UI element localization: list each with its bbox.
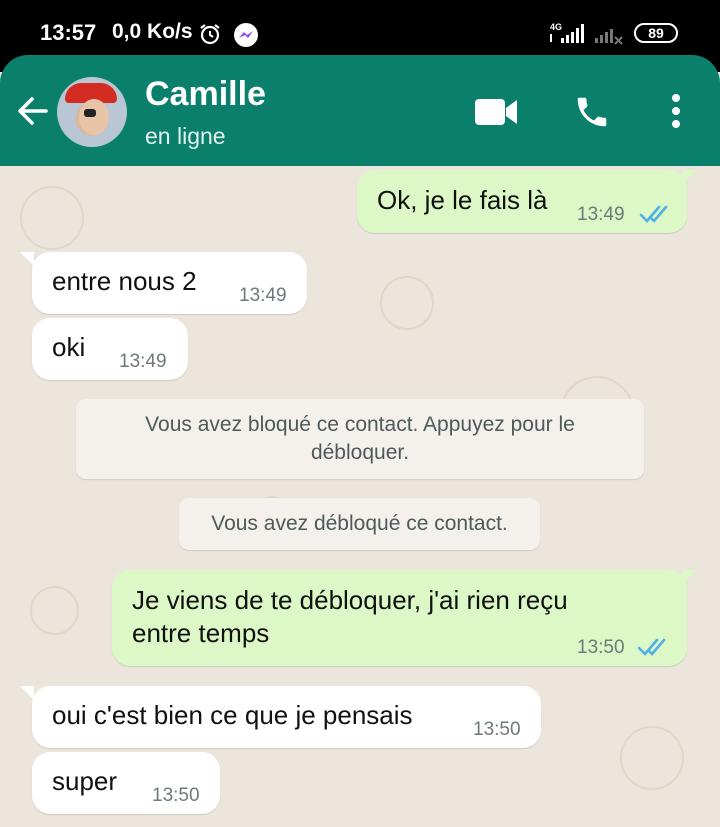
avatar-eye [84, 109, 96, 117]
alarm-icon [198, 22, 222, 51]
message-time: 13:49 [119, 351, 167, 372]
message-text: entre nous 2 [52, 266, 197, 296]
video-call-icon[interactable] [475, 97, 519, 132]
avatar[interactable] [57, 77, 127, 147]
network-type-label: 4G [550, 22, 562, 32]
contact-name[interactable]: Camille [145, 75, 266, 114]
system-notice-unblocked: Vous avez débloqué ce contact. [179, 498, 540, 550]
back-arrow-icon[interactable] [16, 93, 52, 134]
system-notice-text: Vous avez débloqué ce contact. [211, 512, 508, 535]
message-bubble-incoming[interactable]: oki 13:49 [32, 318, 188, 380]
message-time: 13:50 [473, 719, 521, 740]
battery-level: 89 [648, 25, 664, 41]
signal-icon: 4G [548, 22, 588, 51]
battery-icon: 89 [634, 23, 678, 43]
bubble-tail [20, 686, 34, 700]
bubble-tail [20, 252, 34, 266]
message-time: 13:49 [577, 204, 625, 225]
contact-status: en ligne [145, 123, 226, 149]
message-text: Ok, je le fais là [377, 185, 548, 215]
read-ticks-icon [637, 637, 669, 662]
message-bubble-outgoing[interactable]: Ok, je le fais là 13:49 [357, 170, 687, 233]
message-bubble-outgoing[interactable]: Je viens de te débloquer, j'ai rien reçu… [112, 570, 687, 666]
message-time: 13:49 [239, 285, 287, 306]
message-text: Je viens de te débloquer, j'ai rien reçu… [132, 585, 568, 648]
wallpaper-doodle [380, 276, 434, 330]
more-options-icon[interactable] [668, 93, 684, 134]
message-bubble-incoming[interactable]: entre nous 2 13:49 [32, 252, 307, 314]
message-time: 13:50 [577, 637, 625, 658]
bubble-tail [683, 570, 697, 584]
messenger-icon [233, 22, 259, 53]
message-bubble-incoming[interactable]: super 13:50 [32, 752, 220, 814]
message-text: oui c'est bien ce que je pensais [52, 700, 413, 730]
message-text: oki [52, 332, 86, 362]
wallpaper-doodle [620, 726, 684, 790]
message-time: 13:50 [152, 785, 200, 806]
message-text: super [52, 766, 118, 796]
network-speed: 0,0 Ko/s [112, 20, 193, 43]
signal-icon-secondary [593, 24, 625, 51]
message-bubble-incoming[interactable]: oui c'est bien ce que je pensais 13:50 [32, 686, 541, 748]
read-ticks-icon [639, 204, 671, 229]
phone-icon[interactable] [573, 93, 611, 136]
system-notice-text: Vous avez bloqué ce contact. Appuyez pou… [145, 413, 575, 464]
wallpaper-doodle [20, 186, 84, 250]
status-time: 13:57 [40, 20, 97, 45]
avatar-face [79, 99, 109, 135]
system-notice-blocked[interactable]: Vous avez bloqué ce contact. Appuyez pou… [76, 399, 644, 479]
bubble-tail [683, 170, 697, 184]
chat-header: Camille en ligne [0, 55, 720, 166]
chat-area[interactable]: Ok, je le fais là 13:49 entre nous 2 13:… [0, 166, 720, 827]
wallpaper-doodle [30, 586, 79, 635]
